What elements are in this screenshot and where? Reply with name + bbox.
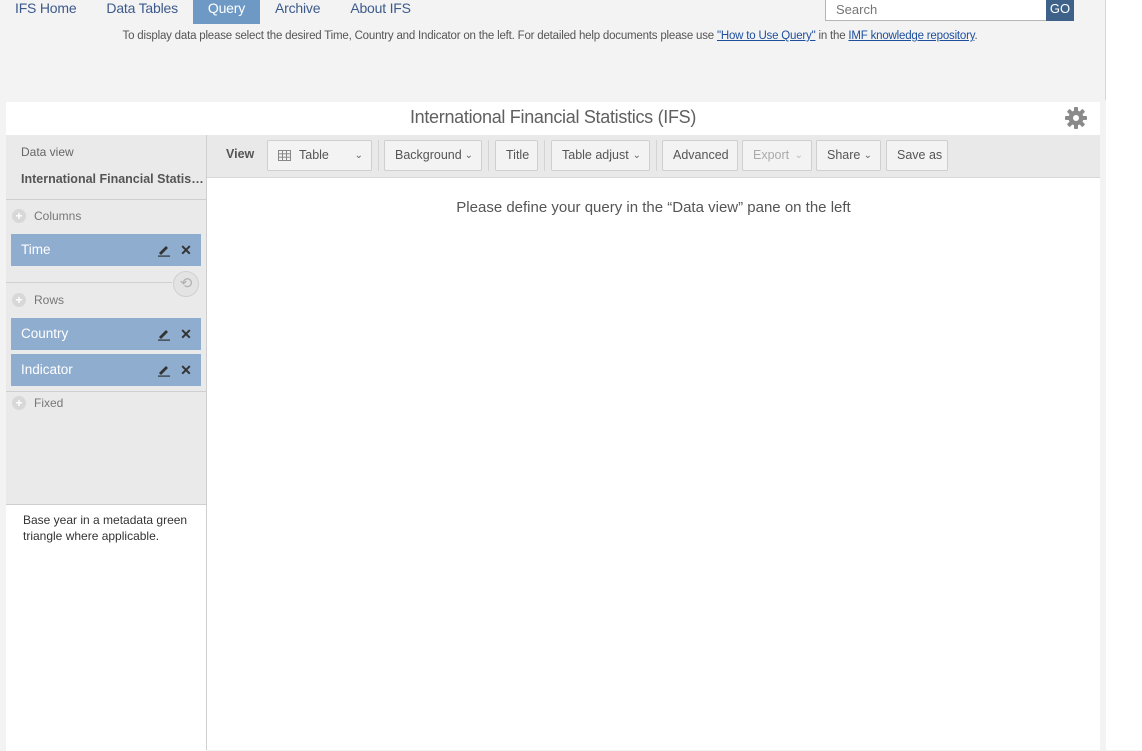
close-icon[interactable]: ✕ (179, 318, 193, 350)
divider (6, 391, 206, 392)
save-as-button[interactable]: Save as (886, 140, 948, 171)
data-view-pane: Data view International Financial Statis… (6, 135, 207, 751)
nav-tab-archive[interactable]: Archive (260, 0, 335, 24)
table-label: Table (299, 148, 329, 162)
imf-knowledge-repository-link[interactable]: IMF knowledge repository (848, 30, 974, 42)
nav-tab-query[interactable]: Query (192, 0, 261, 24)
divider (488, 140, 489, 171)
right-gutter (1106, 0, 1142, 750)
data-view-label: Data view (21, 145, 74, 159)
divider (544, 140, 545, 171)
title-bar: International Financial Statistics (IFS) (6, 102, 1100, 135)
note-box: Base year in a metadata green triangle w… (6, 504, 206, 751)
dimension-chip-indicator[interactable]: Indicator ✕ (11, 354, 201, 386)
export-label: Export (753, 148, 790, 162)
table-adjust-label: Table adjust (562, 148, 629, 162)
title-label: Title (506, 148, 530, 162)
chevron-down-icon: ⌄ (632, 150, 641, 161)
help-text-middle: in the (815, 30, 849, 42)
pencil-icon[interactable] (157, 363, 171, 377)
chevron-down-icon: ⌄ (794, 150, 803, 161)
toolbar: View Table ⌄ Background ⌄ Title Table ad… (207, 135, 1100, 178)
share-dropdown[interactable]: Share ⌄ (816, 140, 881, 171)
results-area: Please define your query in the “Data vi… (207, 178, 1100, 750)
fixed-label: Fixed (34, 396, 64, 410)
divider (6, 282, 172, 283)
table-view-dropdown[interactable]: Table ⌄ (267, 140, 372, 171)
view-label: View (226, 147, 255, 161)
empty-state-message: Please define your query in the “Data vi… (456, 199, 851, 216)
dimension-chip-label: Country (21, 326, 69, 341)
close-icon[interactable]: ✕ (179, 234, 193, 266)
columns-label: Columns (34, 209, 82, 223)
plus-icon[interactable]: + (12, 396, 26, 410)
chevron-down-icon: ⌄ (464, 150, 473, 161)
gear-icon[interactable] (1064, 106, 1088, 130)
search-input[interactable] (825, 0, 1047, 21)
table-icon (278, 150, 291, 161)
advanced-button[interactable]: Advanced (662, 140, 738, 171)
query-panel: International Financial Statistics (IFS)… (6, 102, 1100, 751)
advanced-label: Advanced (673, 148, 729, 162)
top-bar: IFS Home Data Tables Query Archive About… (0, 0, 1106, 100)
main-nav: IFS Home Data Tables Query Archive About… (0, 0, 426, 24)
plus-icon[interactable]: + (12, 293, 26, 307)
rows-section-header[interactable]: + Rows (12, 293, 64, 307)
dimension-chip-label: Indicator (21, 362, 73, 377)
help-text-prefix: To display data please select the desire… (122, 30, 717, 42)
page-title: International Financial Statistics (IFS) (409, 107, 697, 127)
chevron-down-icon: ⌄ (354, 150, 363, 161)
help-text: To display data please select the desire… (0, 30, 1100, 42)
close-icon[interactable]: ✕ (179, 354, 193, 386)
table-adjust-dropdown[interactable]: Table adjust ⌄ (551, 140, 650, 171)
divider (6, 199, 206, 200)
pencil-icon[interactable] (157, 327, 171, 341)
nav-tab-data-tables[interactable]: Data Tables (91, 0, 192, 24)
background-label: Background (395, 148, 462, 162)
note-text: Base year in a metadata green triangle w… (23, 513, 188, 543)
plus-icon[interactable]: + (12, 209, 26, 223)
go-button[interactable]: GO (1046, 0, 1074, 21)
background-dropdown[interactable]: Background ⌄ (384, 140, 482, 171)
nav-tab-about-ifs[interactable]: About IFS (335, 0, 425, 24)
pencil-icon[interactable] (157, 243, 171, 257)
data-view-name[interactable]: International Financial Statistics (IFS) (21, 172, 206, 186)
share-label: Share (827, 148, 861, 162)
nav-tab-ifs-home[interactable]: IFS Home (0, 0, 91, 24)
export-dropdown[interactable]: Export ⌄ (742, 140, 812, 171)
divider (656, 140, 657, 171)
save-as-label: Save as (897, 148, 943, 162)
columns-section-header[interactable]: + Columns (12, 209, 81, 223)
chevron-down-icon: ⌄ (863, 150, 872, 161)
how-to-use-query-link[interactable]: "How to Use Query" (717, 30, 816, 42)
fixed-section-header[interactable]: + Fixed (12, 396, 63, 410)
dimension-chip-time[interactable]: Time ✕ (11, 234, 201, 266)
dimension-chip-label: Time (21, 242, 51, 257)
title-button[interactable]: Title (495, 140, 538, 171)
rows-label: Rows (34, 293, 65, 307)
help-text-suffix: . (974, 30, 978, 42)
swap-icon[interactable]: ⟲ (173, 271, 199, 297)
divider (378, 140, 379, 171)
dimension-chip-country[interactable]: Country ✕ (11, 318, 201, 350)
